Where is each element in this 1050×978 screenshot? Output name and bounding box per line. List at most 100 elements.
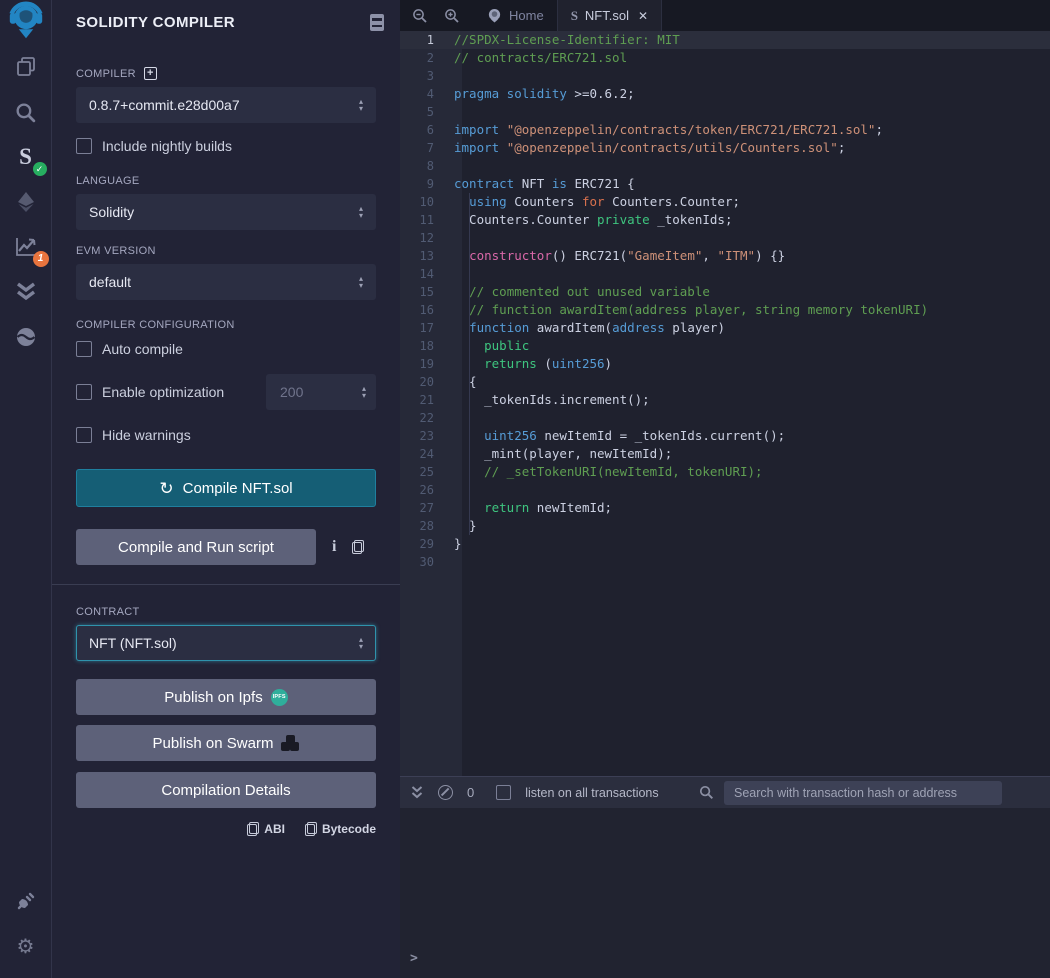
copy-abi-button[interactable]: ABI	[247, 822, 285, 836]
line-number: 5	[400, 103, 448, 121]
add-compiler-icon[interactable]: +	[144, 67, 157, 80]
tab-home[interactable]: Home	[474, 0, 557, 31]
clear-console-icon[interactable]	[438, 785, 453, 800]
collapse-terminal-icon[interactable]	[410, 785, 424, 800]
chevron-updown-icon: ▴▾	[359, 275, 363, 289]
publish-ipfs-button[interactable]: Publish on Ipfs IPFS	[76, 679, 376, 715]
file-explorer-icon[interactable]	[8, 49, 44, 85]
zoom-in-icon[interactable]	[444, 8, 460, 24]
evm-section-label: EVM VERSION	[76, 245, 376, 257]
hide-warnings-checkbox[interactable]	[76, 427, 92, 443]
code-line[interactable]: 8	[400, 157, 1050, 175]
search-icon[interactable]	[8, 94, 44, 130]
auto-compile-row: Auto compile	[76, 341, 376, 357]
copy-icon	[247, 822, 259, 836]
code-line[interactable]: 24 _mint(player, newItemId);	[400, 445, 1050, 463]
line-number: 15	[400, 283, 448, 301]
listen-transactions-checkbox[interactable]	[496, 785, 511, 800]
static-analysis-icon[interactable]	[8, 274, 44, 310]
code-line[interactable]: 18 public	[400, 337, 1050, 355]
code-line[interactable]: 21 _tokenIds.increment();	[400, 391, 1050, 409]
line-number: 16	[400, 301, 448, 319]
documentation-icon[interactable]	[370, 14, 384, 31]
compile-and-run-button[interactable]: Compile and Run script	[76, 529, 316, 565]
code-line[interactable]: 26	[400, 481, 1050, 499]
remix-logo-icon	[8, 4, 44, 40]
optimization-checkbox[interactable]	[76, 384, 92, 400]
code-line[interactable]: 17 function awardItem(address player)	[400, 319, 1050, 337]
editor-column: Home S NFT.sol ✕ 1//SPDX-License-Identif…	[400, 0, 1050, 978]
line-number: 23	[400, 427, 448, 445]
code-editor[interactable]: 1//SPDX-License-Identifier: MIT2// contr…	[400, 31, 1050, 776]
line-number: 12	[400, 229, 448, 247]
code-text: // commented out unused variable	[448, 283, 710, 301]
code-line[interactable]: 25 // _setTokenURI(newItemId, tokenURI);	[400, 463, 1050, 481]
chevron-updown-icon: ▴▾	[359, 636, 363, 650]
code-text: _mint(player, newItemId);	[448, 445, 672, 463]
terminal-output[interactable]: >	[400, 808, 1050, 978]
settings-gear-icon[interactable]: ⚙	[8, 928, 44, 964]
code-line[interactable]: 4pragma solidity >=0.6.2;	[400, 85, 1050, 103]
nightly-builds-checkbox[interactable]	[76, 138, 92, 154]
remix-home-icon	[487, 8, 502, 23]
code-line[interactable]: 9contract NFT is ERC721 {	[400, 175, 1050, 193]
contract-select[interactable]: NFT (NFT.sol) ▴▾	[76, 625, 376, 661]
copy-bytecode-button[interactable]: Bytecode	[305, 822, 376, 836]
code-line[interactable]: 7import "@openzeppelin/contracts/utils/C…	[400, 139, 1050, 157]
compilation-details-button[interactable]: Compilation Details	[76, 772, 376, 808]
code-text: public	[448, 337, 529, 355]
code-text: contract NFT is ERC721 {	[448, 175, 635, 193]
code-text	[448, 265, 454, 283]
plugin-manager-icon[interactable]	[8, 883, 44, 919]
language-select[interactable]: Solidity ▴▾	[76, 194, 376, 230]
line-number: 9	[400, 175, 448, 193]
code-text: //SPDX-License-Identifier: MIT	[448, 31, 680, 49]
panel-title: SOLIDITY COMPILER	[76, 14, 235, 31]
auto-compile-checkbox[interactable]	[76, 341, 92, 357]
code-line[interactable]: 2// contracts/ERC721.sol	[400, 49, 1050, 67]
close-tab-icon[interactable]: ✕	[638, 9, 648, 23]
swarm-icon	[281, 735, 299, 751]
code-line[interactable]: 30	[400, 553, 1050, 571]
solidity-compiler-icon[interactable]: S ✓	[8, 139, 44, 175]
code-line[interactable]: 13 constructor() ERC721("GameItem", "ITM…	[400, 247, 1050, 265]
code-line[interactable]: 10 using Counters for Counters.Counter;	[400, 193, 1050, 211]
code-line[interactable]: 14	[400, 265, 1050, 283]
code-line[interactable]: 6import "@openzeppelin/contracts/token/E…	[400, 121, 1050, 139]
code-line[interactable]: 20 {	[400, 373, 1050, 391]
code-text	[448, 157, 454, 175]
code-line[interactable]: 28 }	[400, 517, 1050, 535]
analytics-icon[interactable]: 1	[8, 229, 44, 265]
code-text: import "@openzeppelin/contracts/token/ER…	[448, 121, 883, 139]
optimization-runs-input[interactable]	[280, 384, 340, 400]
transaction-count: 0	[467, 785, 474, 800]
tab-nft-sol[interactable]: S NFT.sol ✕	[557, 0, 662, 31]
stepper-updown-icon[interactable]: ▴▾	[362, 385, 366, 399]
copy-icon[interactable]	[352, 540, 364, 554]
code-line[interactable]: 1//SPDX-License-Identifier: MIT	[400, 31, 1050, 49]
compiler-version-select[interactable]: 0.8.7+commit.e28d00a7 ▴▾	[76, 87, 376, 123]
zoom-out-icon[interactable]	[412, 8, 428, 24]
publish-swarm-button[interactable]: Publish on Swarm	[76, 725, 376, 761]
code-line[interactable]: 15 // commented out unused variable	[400, 283, 1050, 301]
code-line[interactable]: 5	[400, 103, 1050, 121]
code-line[interactable]: 16 // function awardItem(address player,…	[400, 301, 1050, 319]
compile-button[interactable]: ↻ Compile NFT.sol	[76, 469, 376, 507]
code-line[interactable]: 11 Counters.Counter private _tokenIds;	[400, 211, 1050, 229]
line-number: 13	[400, 247, 448, 265]
plugin-circle-icon[interactable]	[8, 319, 44, 355]
code-line[interactable]: 29}	[400, 535, 1050, 553]
code-line[interactable]: 19 returns (uint256)	[400, 355, 1050, 373]
indent-guide	[469, 193, 470, 535]
transaction-search-input[interactable]	[724, 781, 1002, 805]
code-line[interactable]: 23 uint256 newItemId = _tokenIds.current…	[400, 427, 1050, 445]
code-text: {	[448, 373, 477, 391]
line-number: 24	[400, 445, 448, 463]
deploy-run-icon[interactable]	[8, 184, 44, 220]
code-line[interactable]: 3	[400, 67, 1050, 85]
code-line[interactable]: 12	[400, 229, 1050, 247]
info-icon[interactable]: i	[332, 538, 336, 556]
code-line[interactable]: 22	[400, 409, 1050, 427]
code-line[interactable]: 27 return newItemId;	[400, 499, 1050, 517]
evm-version-select[interactable]: default ▴▾	[76, 264, 376, 300]
